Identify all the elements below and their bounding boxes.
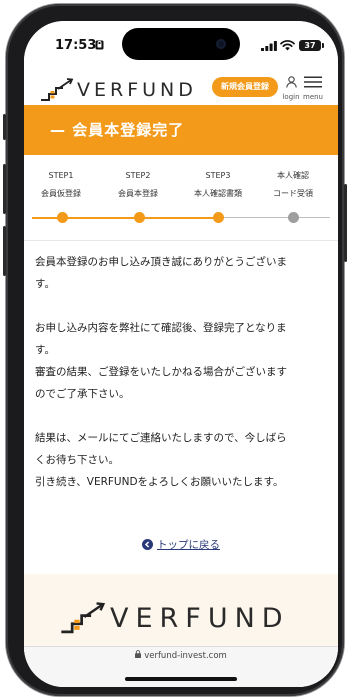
step-1-dot [57,212,68,223]
completion-message: 会員本登録のお申し込み頂き誠にありがとうございま す。 お申し込み内容を弊社にて… [35,251,331,493]
camera-icon [216,39,226,49]
step-3-name: 本人確認書類 [194,189,242,198]
browser-address-bar[interactable]: verfund-invest.com [24,646,338,687]
status-time: 17:53 [55,38,97,53]
menu-label: menu [303,93,323,101]
user-icon [285,76,297,88]
footer-logo-text: VERFUND [110,603,290,634]
lock-icon [135,650,142,658]
wifi-icon [280,40,295,51]
message-line: お申し込み内容を弊社にて確認後、登録完了となりま [35,322,287,334]
step-3-label: STEP3 [205,171,231,180]
battery-icon: 37 [299,40,324,51]
dynamic-island [122,28,240,60]
step-2-name: 会員本登録 [118,189,158,198]
volume-down-button [3,226,6,276]
footer-logo[interactable]: VERFUND [60,600,290,634]
message-line: す。 [35,278,55,290]
phone-frame: 17:53 37 VERFUND 新規会員登録 login menu — 会員本… [3,4,347,696]
step-2: STEP2 会員本登録 [101,167,175,203]
left-arrow-circle-icon [142,539,153,550]
step-1-name: 会員仮登録 [41,189,81,198]
message-line: 会員本登録のお申し込み頂き誠にありがとうございま [35,256,287,268]
url-display[interactable]: verfund-invest.com [24,650,338,661]
stairs-logo-icon [61,602,106,634]
status-bar: 17:53 37 [24,21,338,65]
step-1-label: STEP1 [48,171,74,180]
url-text: verfund-invest.com [144,651,227,661]
stairs-logo-icon [41,78,74,101]
page-title-bar: — 会員本登録完了 [24,105,338,155]
orientation-lock-icon [95,40,104,50]
step-3-dot [213,212,224,223]
home-indicator[interactable] [125,677,237,681]
hamburger-icon [304,76,322,88]
step-4: 本人確認 コード受領 [256,167,330,203]
screen: 17:53 37 VERFUND 新規会員登録 login menu — 会員本… [24,21,338,687]
signal-icon [261,41,277,51]
step-2-dot [134,212,145,223]
step-4-name: コード受領 [273,189,313,198]
step-4-label: 本人確認 [277,171,309,180]
volume-up-button [3,164,6,214]
back-to-top-label: トップに戻る [157,539,220,551]
back-to-top-link[interactable]: トップに戻る [24,537,338,552]
logo-text: VERFUND [77,79,197,101]
registration-steps: STEP1 会員仮登録 STEP2 会員本登録 STEP3 本人確認書類 本人確… [24,155,338,245]
divider [24,240,338,241]
message-line: 引き続き、VERFUNDをよろしくお願いいたします。 [35,476,284,488]
login-button[interactable]: login [281,73,301,101]
step-3: STEP3 本人確認書類 [181,167,255,203]
login-label: login [282,93,300,101]
mute-switch [3,114,6,140]
verfund-logo[interactable]: VERFUND [40,71,197,101]
step-4-dot [288,212,299,223]
message-line: 結果は、メールにてご連絡いたしますので、今しばら [35,432,287,444]
step-1: STEP1 会員仮登録 [24,167,98,203]
menu-button[interactable]: menu [302,73,324,101]
site-header: VERFUND 新規会員登録 login menu [24,65,338,105]
message-line: くお待ち下さい。 [35,454,119,466]
power-button [344,184,347,262]
message-line: のでご了承下さい。 [35,388,130,400]
page-title: — 会員本登録完了 [50,121,185,139]
message-line: す。 [35,344,55,356]
new-member-register-button[interactable]: 新規会員登録 [212,77,278,97]
message-line: 審査の結果、ご登録をいたしかねる場合がございます [35,366,287,378]
step-2-label: STEP2 [125,171,151,180]
